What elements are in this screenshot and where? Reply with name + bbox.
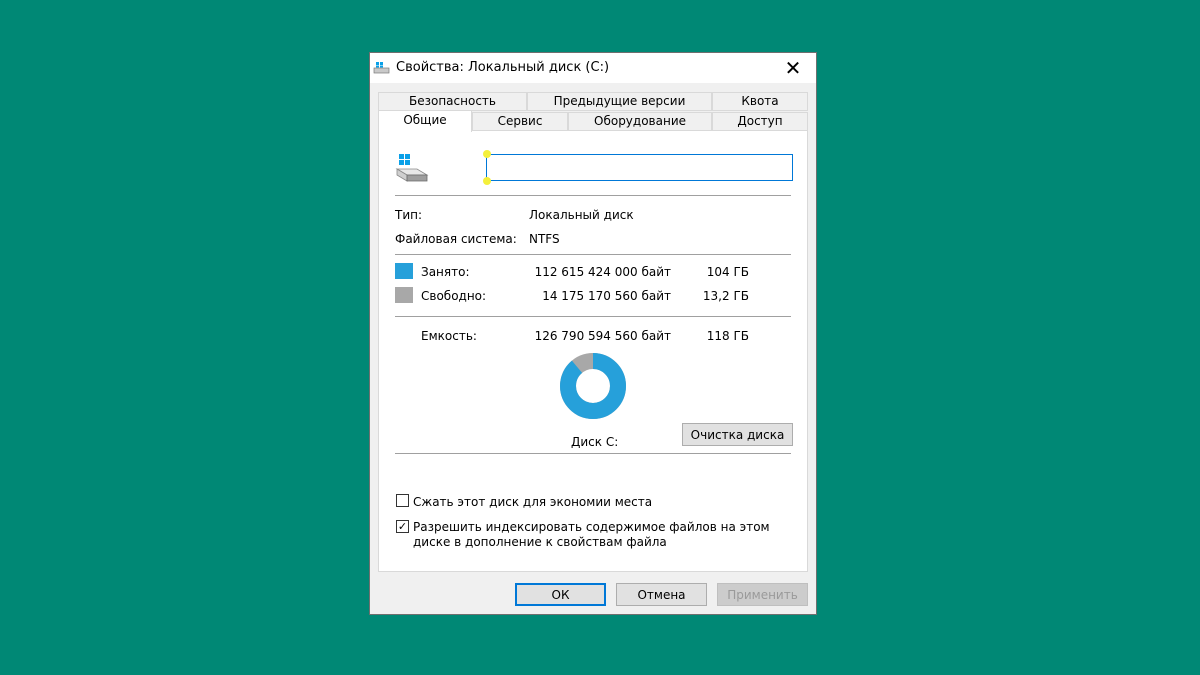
used-label: Занято: <box>421 265 470 279</box>
free-label: Свободно: <box>421 289 487 303</box>
capacity-label: Емкость: <box>421 329 477 343</box>
tab-sharing[interactable]: Доступ <box>712 112 808 131</box>
free-color-swatch <box>395 287 413 303</box>
disk-usage-donut <box>560 353 626 419</box>
type-label: Тип: <box>395 208 423 222</box>
filesystem-label: Файловая система: <box>395 232 517 246</box>
close-button[interactable]: ✕ <box>770 53 816 83</box>
separator <box>395 254 791 255</box>
separator <box>395 453 791 454</box>
capacity-bytes: 126 790 594 560 байт <box>534 329 671 343</box>
compress-checkbox[interactable] <box>396 494 409 507</box>
used-gb: 104 ГБ <box>706 265 749 279</box>
general-tab-panel: Тип: Локальный диск Файловая система: NT… <box>378 130 808 572</box>
selection-handle-bottom <box>483 177 491 185</box>
drive-name-input[interactable] <box>486 154 793 181</box>
tab-tools[interactable]: Сервис <box>472 112 568 131</box>
filesystem-value: NTFS <box>529 232 560 246</box>
properties-dialog: Свойства: Локальный диск (C:) ✕ Безопасн… <box>369 52 817 615</box>
capacity-gb: 118 ГБ <box>706 329 749 343</box>
tab-quota[interactable]: Квота <box>712 92 808 111</box>
tab-general[interactable]: Общие <box>378 110 472 132</box>
separator <box>395 195 791 196</box>
title-bar: Свойства: Локальный диск (C:) ✕ <box>370 53 816 83</box>
donut-used-arc <box>560 353 626 419</box>
cancel-button[interactable]: Отмена <box>616 583 707 606</box>
ok-button[interactable]: ОК <box>515 583 606 606</box>
index-label-line2: диске в дополнение к свойствам файла <box>413 535 667 549</box>
close-icon: ✕ <box>784 56 802 80</box>
used-bytes: 112 615 424 000 байт <box>534 265 671 279</box>
used-color-swatch <box>395 263 413 279</box>
disk-label: Диск C: <box>571 435 619 449</box>
index-checkbox[interactable]: ✓ <box>396 520 409 533</box>
type-value: Локальный диск <box>529 208 634 222</box>
free-bytes: 14 175 170 560 байт <box>542 289 671 303</box>
compress-label: Сжать этот диск для экономии места <box>413 495 653 509</box>
tab-security[interactable]: Безопасность <box>378 92 527 111</box>
window-title: Свойства: Локальный диск (C:) <box>396 60 610 75</box>
disk-cleanup-button[interactable]: Очистка диска <box>682 423 793 446</box>
free-gb: 13,2 ГБ <box>702 289 749 303</box>
index-label-line1: Разрешить индексировать содержимое файло… <box>413 520 770 534</box>
apply-button[interactable]: Применить <box>717 583 808 606</box>
tab-hardware[interactable]: Оборудование <box>568 112 712 131</box>
tab-previous-versions[interactable]: Предыдущие версии <box>527 92 712 111</box>
separator <box>395 316 791 317</box>
selection-handle-top <box>483 150 491 158</box>
check-icon: ✓ <box>397 520 408 533</box>
drive-icon <box>373 62 390 74</box>
local-disk-icon <box>395 154 429 182</box>
